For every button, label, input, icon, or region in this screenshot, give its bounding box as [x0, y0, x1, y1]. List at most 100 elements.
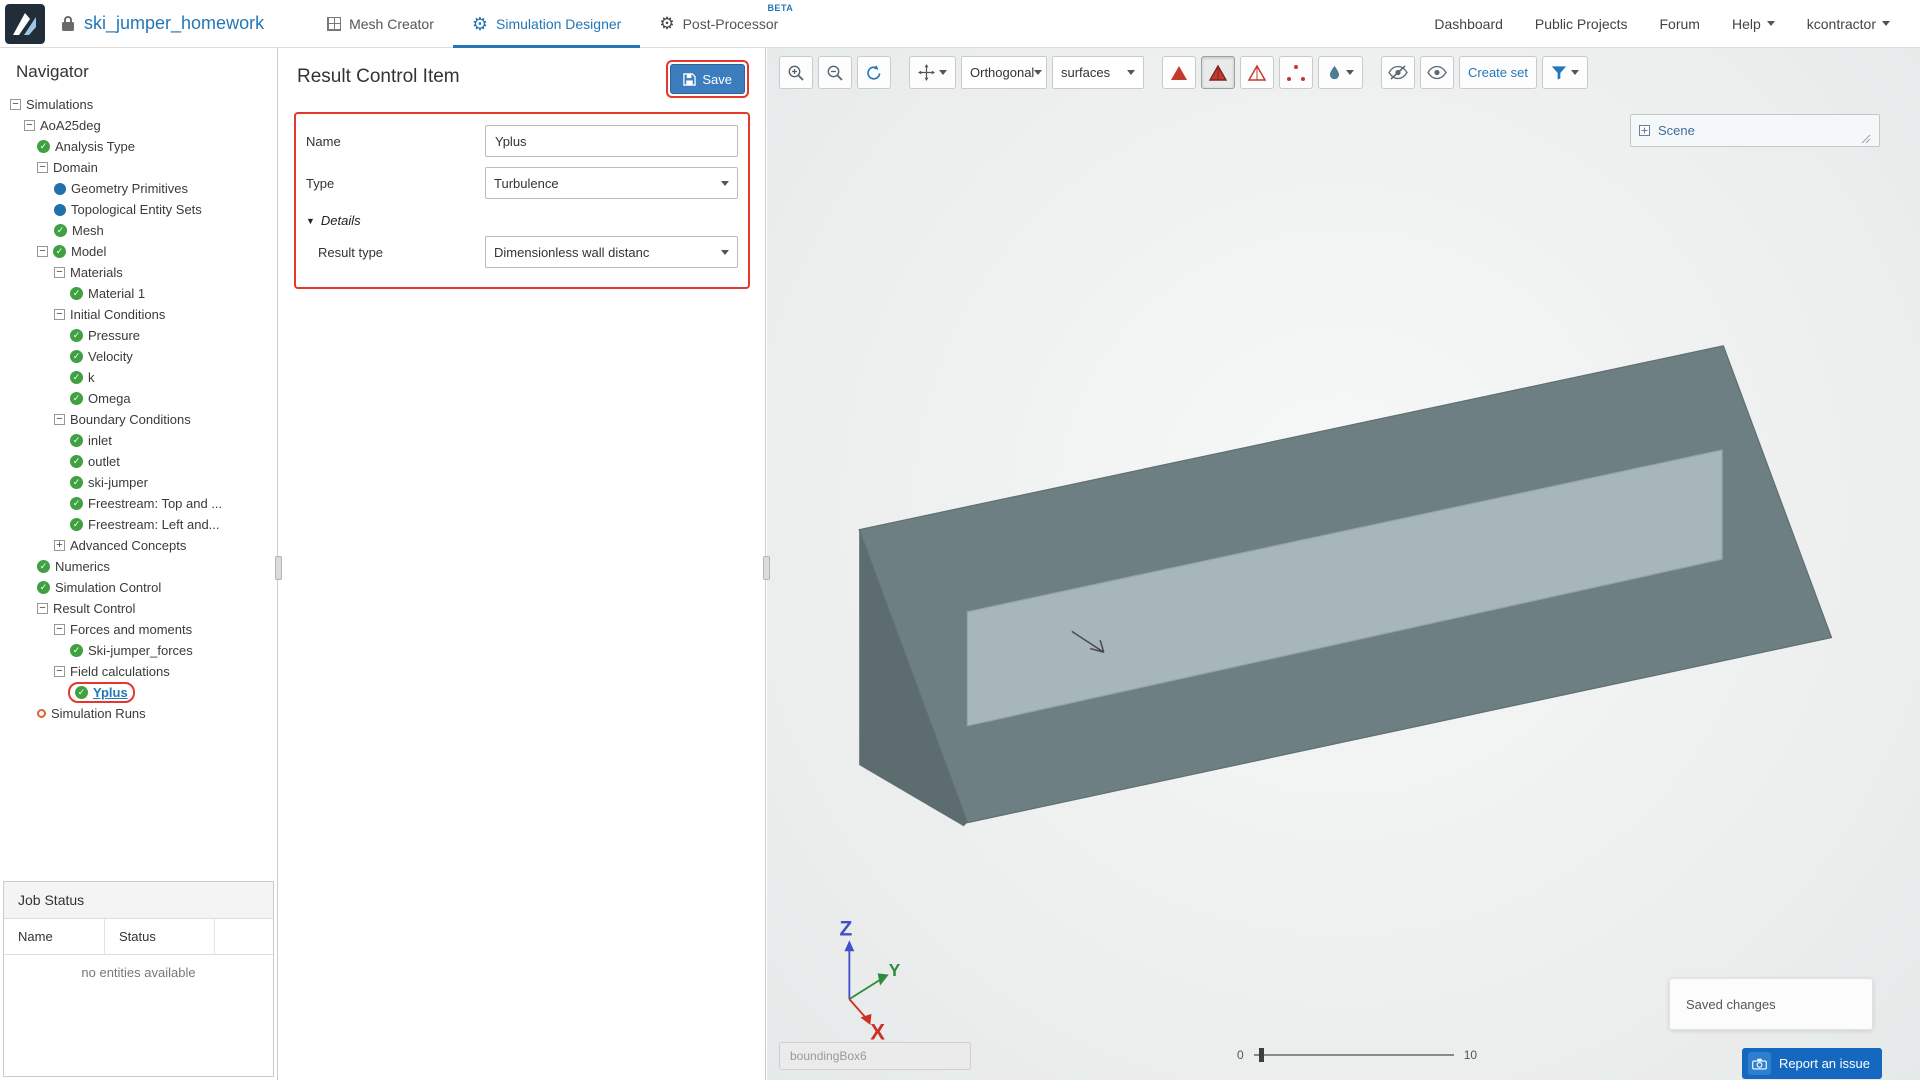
nav-link[interactable]: Dashboard [1434, 16, 1503, 32]
type-select[interactable]: Turbulence [485, 167, 738, 199]
tree-item[interactable]: Simulation Runs [0, 703, 277, 724]
eye-off-icon [1388, 65, 1408, 80]
slider-track[interactable] [1254, 1054, 1454, 1056]
tree-item-label: Model [71, 244, 106, 259]
check-icon [53, 245, 66, 258]
create-set-button[interactable]: Create set [1459, 56, 1537, 89]
chevron-down-icon [721, 250, 729, 255]
tree-item[interactable]: ski-jumper [0, 472, 277, 493]
tree-item[interactable]: Initial Conditions [0, 304, 277, 325]
tree-item[interactable]: Yplus [0, 682, 277, 703]
tree-item-label: Freestream: Left and... [88, 517, 220, 532]
save-button[interactable]: Save [670, 64, 745, 94]
projection-select[interactable]: Orthogonal [961, 56, 1047, 89]
tree-item-label: Boundary Conditions [70, 412, 191, 427]
render-mode-solid-button[interactable] [1162, 56, 1196, 89]
app-logo-icon[interactable] [5, 4, 45, 44]
minus-icon[interactable] [54, 414, 65, 425]
tree-item[interactable]: Simulation Control [0, 577, 277, 598]
help-menu[interactable]: Help [1732, 16, 1775, 32]
check-icon [54, 224, 67, 237]
tree-item[interactable]: Material 1 [0, 283, 277, 304]
tree-item[interactable]: Result Control [0, 598, 277, 619]
filter-dropdown[interactable] [1542, 56, 1588, 89]
tree-item-label: Simulation Control [55, 580, 161, 595]
render-mode-wireframe-button[interactable] [1240, 56, 1274, 89]
render-entity-select[interactable]: surfaces [1052, 56, 1144, 89]
tree-item[interactable]: Topological Entity Sets [0, 199, 277, 220]
slider-handle[interactable] [1259, 1048, 1264, 1062]
project-title: ski_jumper_homework [84, 13, 264, 34]
result-type-select[interactable]: Dimensionless wall distanc [485, 236, 738, 268]
tree-item[interactable]: Advanced Concepts [0, 535, 277, 556]
color-dropdown[interactable] [1318, 56, 1363, 89]
render-mode-points-button[interactable] [1279, 56, 1313, 89]
tree-item[interactable]: outlet [0, 451, 277, 472]
resize-handle-icon[interactable] [1861, 134, 1871, 144]
tree-item[interactable]: Analysis Type [0, 136, 277, 157]
minus-icon[interactable] [54, 666, 65, 677]
user-menu[interactable]: kcontractor [1807, 16, 1890, 32]
tree-item[interactable]: Domain [0, 157, 277, 178]
tree-item[interactable]: Boundary Conditions [0, 409, 277, 430]
tab[interactable]: Mesh Creator [308, 0, 453, 48]
tree-item-label: Freestream: Top and ... [88, 496, 222, 511]
simulation-tree: Simulations AoA25deg Analysis Type [0, 92, 277, 881]
tree-item[interactable]: Mesh [0, 220, 277, 241]
tree-item[interactable]: Pressure [0, 325, 277, 346]
details-section-header[interactable]: ▼ Details [304, 204, 740, 231]
tree-item[interactable]: Velocity [0, 346, 277, 367]
minus-icon[interactable] [54, 624, 65, 635]
zoom-in-button[interactable] [779, 56, 813, 89]
tree-item[interactable]: Numerics [0, 556, 277, 577]
tree-item[interactable]: Geometry Primitives [0, 178, 277, 199]
tree-item[interactable]: Omega [0, 388, 277, 409]
tree-item-label: Pressure [88, 328, 140, 343]
tree-item[interactable]: Forces and moments [0, 619, 277, 640]
minus-icon[interactable] [24, 120, 35, 131]
minus-icon[interactable] [37, 162, 48, 173]
pan-mode-dropdown[interactable] [909, 56, 956, 89]
tab[interactable]: Post-Processor BETA [640, 0, 797, 48]
check-icon [70, 371, 83, 384]
splitter-handle[interactable] [763, 556, 770, 580]
scene-panel[interactable]: Scene [1630, 114, 1880, 147]
minus-icon[interactable] [10, 99, 21, 110]
tree-item[interactable]: Materials [0, 262, 277, 283]
geometry-canvas: Z Y X [767, 48, 1920, 1080]
report-issue-button[interactable]: Report an issue [1742, 1048, 1882, 1079]
tree-item[interactable]: Model [0, 241, 277, 262]
tree-item-label: Numerics [55, 559, 110, 574]
splitter-handle[interactable] [275, 556, 282, 580]
viewport-3d[interactable]: Z Y X [767, 48, 1920, 1080]
tree-item-label: Omega [88, 391, 131, 406]
minus-icon[interactable] [37, 603, 48, 614]
tree-item[interactable]: AoA25deg [0, 115, 277, 136]
tree-item[interactable]: Ski-jumper_forces [0, 640, 277, 661]
tree-item-label: Analysis Type [55, 139, 135, 154]
zoom-out-button[interactable] [818, 56, 852, 89]
tree-item[interactable]: Freestream: Left and... [0, 514, 277, 535]
slider-max-label: 10 [1464, 1048, 1477, 1062]
tree-item[interactable]: Field calculations [0, 661, 277, 682]
show-all-button[interactable] [1420, 56, 1454, 89]
minus-icon[interactable] [54, 309, 65, 320]
minus-icon[interactable] [37, 246, 48, 257]
minus-icon[interactable] [54, 267, 65, 278]
tab[interactable]: Simulation Designer [453, 0, 640, 48]
tree-item[interactable]: k [0, 367, 277, 388]
tree-item[interactable]: inlet [0, 430, 277, 451]
nav-link[interactable]: Forum [1660, 16, 1700, 32]
name-input[interactable] [485, 125, 738, 157]
tree-item[interactable]: Simulations [0, 94, 277, 115]
saved-changes-toast: Saved changes [1669, 978, 1873, 1030]
nav-link[interactable]: Public Projects [1535, 16, 1628, 32]
plus-icon[interactable] [54, 540, 65, 551]
solid-mode-icon [1169, 63, 1189, 83]
refresh-view-button[interactable] [857, 56, 891, 89]
hide-selection-button[interactable] [1381, 56, 1415, 89]
navigator-title: Navigator [0, 48, 277, 92]
tab-label: Simulation Designer [496, 16, 621, 32]
tree-item[interactable]: Freestream: Top and ... [0, 493, 277, 514]
render-mode-surface-edges-button[interactable] [1201, 56, 1235, 89]
